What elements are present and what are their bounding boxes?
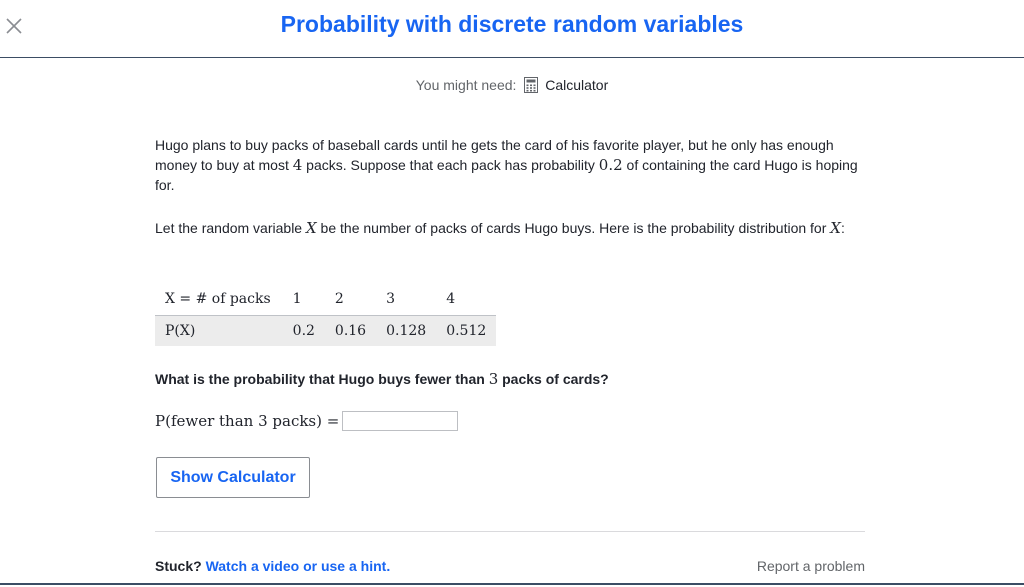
tools-hint: You might need: Calculator (0, 77, 1024, 96)
table-cell: 4 (436, 284, 497, 316)
row-header-x: X = # of packs (155, 284, 283, 316)
answer-input[interactable] (342, 411, 459, 431)
table-row-p: P(X) 0.2 0.16 0.128 0.512 (155, 315, 497, 346)
probability-distribution-table: X = # of packs 1 2 3 4 P(X) 0.2 0.16 0.1… (155, 284, 497, 346)
question-part: What is the probability that Hugo buys f… (155, 371, 489, 387)
math-variable: X (305, 219, 317, 237)
problem-text: packs. Suppose that each pack has probab… (302, 157, 599, 173)
header-bar: Probability with discrete random variabl… (0, 0, 1024, 58)
problem-paragraph-2: Let the random variable X be the number … (155, 218, 867, 238)
question-text: What is the probability that Hugo buys f… (155, 370, 609, 388)
tools-label: You might need: (415, 77, 517, 93)
calculator-link[interactable]: Calculator (545, 77, 608, 93)
math-variable: X (830, 219, 841, 237)
table-cell: 1 (282, 284, 325, 316)
table-cell: 0.512 (436, 315, 497, 346)
problem-paragraph-1: Hugo plans to buy packs of baseball card… (155, 135, 867, 195)
table-cell: 2 (324, 284, 377, 316)
table-row-x: X = # of packs 1 2 3 4 (155, 284, 497, 316)
table-cell: 0.2 (282, 315, 325, 346)
question-part: packs of cards? (498, 371, 609, 387)
calculator-icon[interactable] (524, 77, 539, 96)
answer-label: P(fewer than 3 packs) = (155, 412, 340, 430)
page-title: Probability with discrete random variabl… (280, 11, 744, 37)
math-value: 0.2 (598, 156, 623, 174)
table-cell: 0.128 (376, 315, 437, 346)
hint-link[interactable]: Watch a video or use a hint. (206, 558, 391, 574)
problem-text: : (840, 220, 845, 236)
report-problem-link[interactable]: Report a problem (757, 558, 865, 574)
row-header-p: P(X) (155, 315, 283, 346)
table-cell: 3 (376, 284, 437, 316)
show-calculator-button[interactable]: Show Calculator (156, 457, 310, 498)
stuck-section: Stuck? Watch a video or use a hint. (155, 558, 390, 574)
problem-text: be the number of packs of cards Hugo buy… (316, 220, 831, 236)
table-cell: 0.16 (324, 315, 377, 346)
bottom-border (0, 583, 1024, 585)
problem-text: Let the random variable (155, 220, 306, 236)
math-value: 4 (292, 156, 303, 174)
math-value: 3 (488, 370, 499, 388)
answer-row: P(fewer than 3 packs) = (155, 411, 459, 431)
divider (155, 531, 865, 532)
stuck-label: Stuck? (155, 558, 202, 574)
